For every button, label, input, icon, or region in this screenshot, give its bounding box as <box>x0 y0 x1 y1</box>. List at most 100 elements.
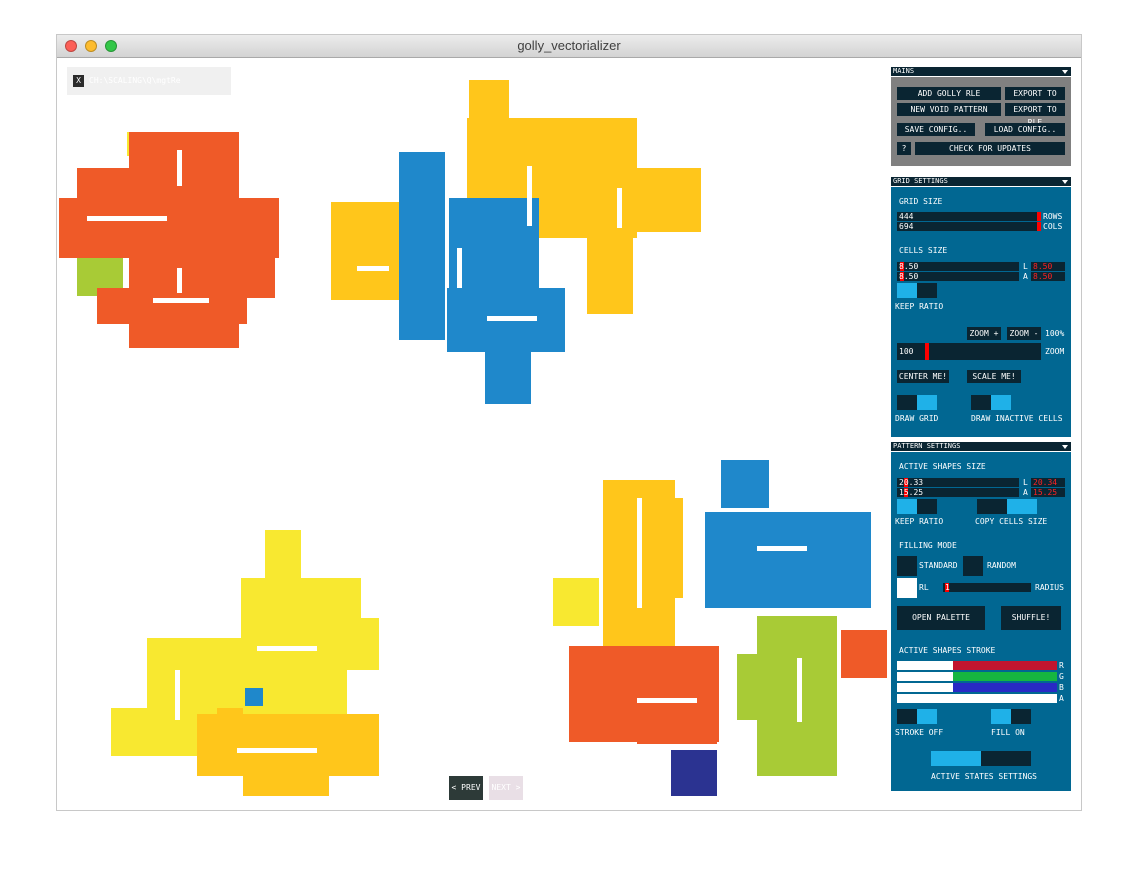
zoom-slider-handle[interactable] <box>925 343 929 360</box>
pattern-name: CH:\SCALING\Q\mgtRe <box>89 76 181 85</box>
add-golly-rle-button[interactable]: ADD GOLLY RLE <box>897 87 1001 100</box>
rl-radio[interactable] <box>897 578 917 598</box>
draw-grid-toggle-off[interactable] <box>897 395 917 410</box>
keep-ratio-toggle-on[interactable] <box>897 283 917 298</box>
cols-slider-handle[interactable] <box>1037 222 1041 231</box>
cells-size-label: CELLS SIZE <box>899 246 948 255</box>
rows-label: ROWS <box>1043 212 1063 221</box>
standard-label: STANDARD <box>919 561 958 570</box>
stroke-off-label: STROKE OFF <box>895 728 944 737</box>
random-radio[interactable] <box>963 556 983 576</box>
center-me-button[interactable]: CENTER ME! <box>897 370 949 383</box>
save-config-button[interactable]: SAVE CONFIG.. <box>897 123 975 136</box>
pattern-canvas[interactable]: X CH:\SCALING\Q\mgtRe MAINS ADD GOLLY RL… <box>57 58 1081 810</box>
radius-slider[interactable]: 1 <box>943 583 1031 592</box>
copy-cells-toggle-on[interactable] <box>1007 499 1037 514</box>
cell-l-value: 8.50 <box>899 262 919 271</box>
shape-l-label: L <box>1023 478 1028 487</box>
collapse-icon[interactable] <box>1062 445 1068 449</box>
cell-a-value: 8.50 <box>899 272 919 281</box>
flower-pattern <box>553 460 887 796</box>
load-config-button[interactable]: LOAD CONFIG.. <box>985 123 1065 136</box>
keep-ratio-label: KEEP RATIO <box>895 302 944 311</box>
zoom-100-button[interactable]: 100% <box>1045 329 1064 339</box>
active-shapes-stroke-label: ACTIVE SHAPES STROKE <box>899 646 996 655</box>
shape-l-value: 20.33 <box>899 478 924 487</box>
close-pattern-button[interactable]: X <box>73 75 84 87</box>
active-states-label: ACTIVE STATES SETTINGS <box>931 772 1037 781</box>
stroke-r-slider[interactable] <box>897 661 1057 670</box>
grid-settings-header[interactable]: GRID SETTINGS <box>891 177 1071 187</box>
cell-a-number[interactable]: 8.50 <box>1031 272 1065 281</box>
shape-a-number[interactable]: 15.25 <box>1031 488 1065 497</box>
zoom-label: ZOOM <box>1045 347 1065 356</box>
copy-cells-toggle-off[interactable] <box>977 499 1007 514</box>
collapse-icon[interactable] <box>1062 180 1068 184</box>
cell-l-number[interactable]: 8.50 <box>1031 262 1065 271</box>
random-label: RANDOM <box>987 561 1016 570</box>
app-window: golly_vectorializer X CH:\SCALING\Q\mgtR… <box>57 35 1081 810</box>
red-pattern <box>59 132 279 348</box>
stroke-a-slider[interactable] <box>897 694 1057 703</box>
stroke-toggle-on[interactable] <box>917 709 937 724</box>
blue-gold-pattern <box>331 80 701 404</box>
zoom-slider[interactable]: 100 <box>897 343 1041 360</box>
zoom-minus-button[interactable]: ZOOM - <box>1007 327 1041 340</box>
cell-l-slider[interactable]: 8.50 <box>897 262 1019 271</box>
mains-header[interactable]: MAINS <box>891 67 1071 77</box>
shape-keep-ratio-on[interactable] <box>897 499 917 514</box>
shape-a-slider[interactable]: 15.25 <box>897 488 1019 497</box>
collapse-icon[interactable] <box>1062 70 1068 74</box>
stroke-g-slider[interactable] <box>897 672 1057 681</box>
radius-label: RADIUS <box>1035 583 1064 592</box>
pattern-settings-header[interactable]: PATTERN SETTINGS <box>891 442 1071 452</box>
shape-a-label: A <box>1023 488 1028 497</box>
rows-value: 444 <box>899 212 914 221</box>
pattern-name-box: X CH:\SCALING\Q\mgtRe <box>67 67 231 95</box>
scale-me-button[interactable]: SCALE ME! <box>967 370 1021 383</box>
export-rle-button[interactable]: EXPORT TO RLE <box>1005 103 1065 127</box>
rows-slider-handle[interactable] <box>1037 212 1041 221</box>
prev-button[interactable]: < PREV <box>449 776 483 800</box>
new-void-pattern-button[interactable]: NEW VOID PATTERN <box>897 103 1001 116</box>
help-button[interactable]: ? <box>897 142 911 155</box>
export-pdf-button[interactable]: EXPORT TO PDF <box>1005 87 1065 111</box>
keep-ratio-toggle-off[interactable] <box>917 283 937 298</box>
shape-keep-ratio-off[interactable] <box>917 499 937 514</box>
stroke-a-label: A <box>1059 694 1064 703</box>
cell-a-label: A <box>1023 272 1028 281</box>
stroke-r-label: R <box>1059 661 1064 670</box>
grid-settings-panel: GRID SETTINGS GRID SIZE 444 ROWS 694 COL… <box>891 177 1071 437</box>
shape-a-value: 15.25 <box>899 488 924 497</box>
open-palette-button[interactable]: OPEN PALETTE <box>897 606 985 630</box>
shape-l-number[interactable]: 20.34 <box>1031 478 1065 487</box>
zoom-plus-button[interactable]: ZOOM + <box>967 327 1001 340</box>
draw-inactive-label: DRAW INACTIVE CELLS <box>971 414 1063 423</box>
draw-grid-toggle-on[interactable] <box>917 395 937 410</box>
stroke-toggle-off[interactable] <box>897 709 917 724</box>
filling-mode-label: FILLING MODE <box>899 541 957 550</box>
stroke-a-fill <box>897 694 1057 703</box>
shape-l-slider[interactable]: 20.33 <box>897 478 1019 487</box>
stroke-g-fill <box>897 672 953 681</box>
standard-radio[interactable] <box>897 556 917 576</box>
shape-keep-ratio-label: KEEP RATIO <box>895 517 944 526</box>
title-bar: golly_vectorializer <box>57 35 1081 58</box>
stroke-r-fill <box>897 661 953 670</box>
cell-a-slider[interactable]: 8.50 <box>897 272 1019 281</box>
draw-inactive-toggle-off[interactable] <box>971 395 991 410</box>
shuffle-button[interactable]: SHUFFLE! <box>1001 606 1061 630</box>
check-updates-button[interactable]: CHECK FOR UPDATES <box>915 142 1065 155</box>
active-states-toggle-on[interactable] <box>931 751 981 766</box>
rows-slider[interactable]: 444 <box>897 212 1041 221</box>
stroke-g-label: G <box>1059 672 1064 681</box>
next-button[interactable]: NEXT > <box>489 776 523 800</box>
stroke-b-slider[interactable] <box>897 683 1057 692</box>
zoom-value: 100 <box>899 347 914 356</box>
pattern-settings-panel: PATTERN SETTINGS ACTIVE SHAPES SIZE 20.3… <box>891 442 1071 791</box>
fill-toggle-off[interactable] <box>1011 709 1031 724</box>
cols-slider[interactable]: 694 <box>897 222 1041 231</box>
active-states-toggle-off[interactable] <box>981 751 1031 766</box>
fill-toggle-on[interactable] <box>991 709 1011 724</box>
draw-inactive-toggle-on[interactable] <box>991 395 1011 410</box>
